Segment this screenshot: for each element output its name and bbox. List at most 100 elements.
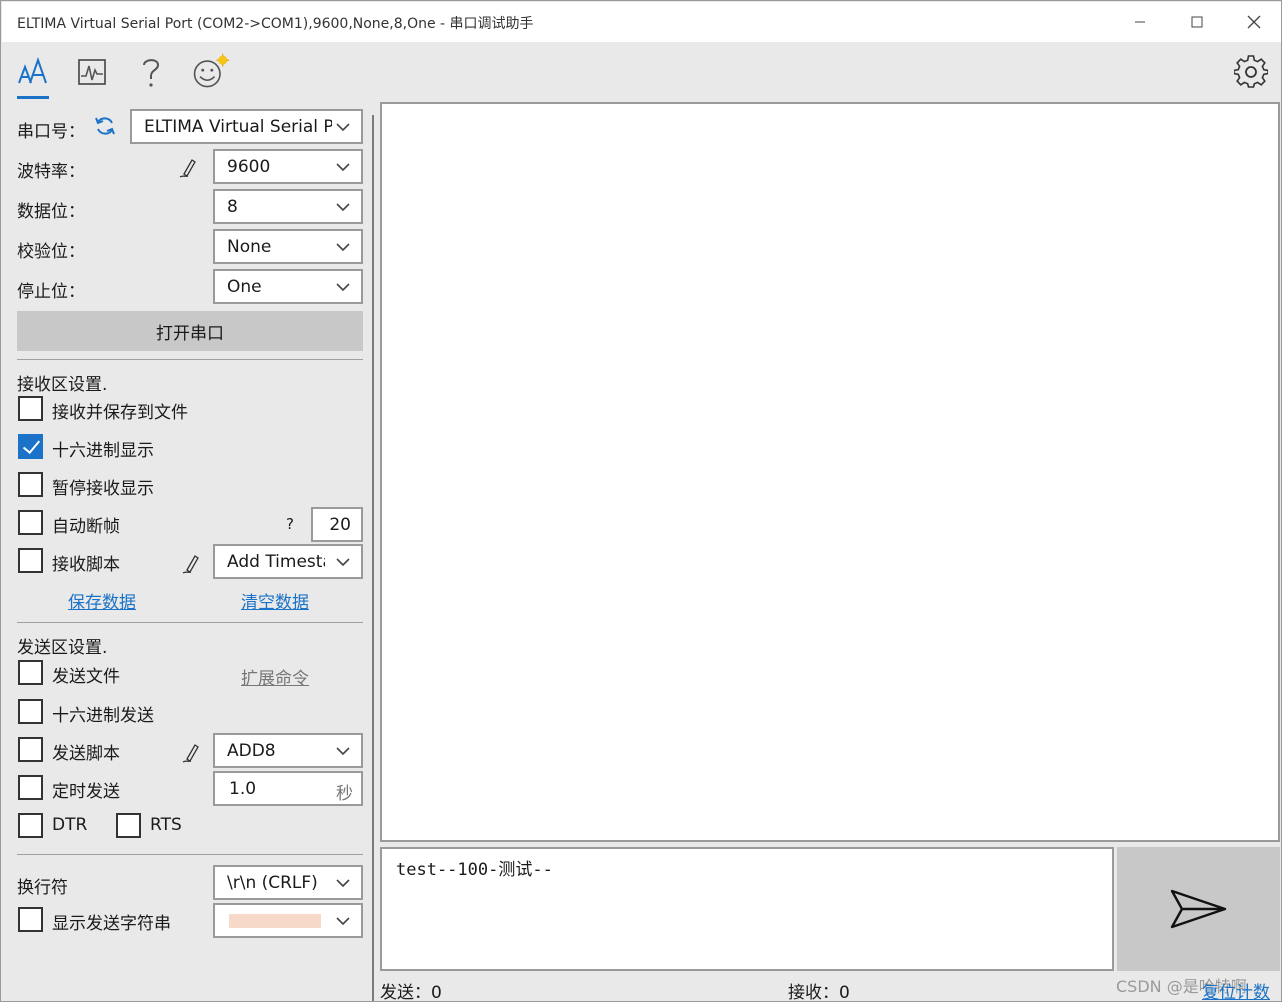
toolbar	[2, 42, 1281, 101]
chart-icon	[78, 59, 106, 85]
timed-interval-unit: 秒	[336, 784, 353, 804]
timed-send-checkbox[interactable]	[18, 775, 43, 800]
send-script-select[interactable]: ADD8	[213, 733, 363, 768]
stopbits-select[interactable]: One	[213, 269, 363, 304]
edit-pen-icon[interactable]	[181, 742, 203, 764]
maximize-button[interactable]	[1169, 2, 1225, 42]
send-button[interactable]	[1117, 847, 1280, 971]
chevron-down-icon	[336, 879, 350, 888]
send-file-label: 发送文件	[52, 667, 120, 687]
timed-interval-value: 1.0	[229, 779, 257, 799]
parity-select[interactable]: None	[213, 229, 363, 264]
parity-label: 校验位：	[17, 242, 85, 262]
hex-send-label: 十六进制发送	[52, 706, 154, 726]
stopbits-select-value: One	[227, 277, 262, 297]
hex-display-label: 十六进制显示	[52, 441, 154, 461]
title-bar: ELTIMA Virtual Serial Port (COM2->COM1),…	[2, 2, 1281, 42]
chevron-down-icon	[336, 283, 350, 292]
settings-panel: 串口号： ELTIMA Virtual Serial Port 波特率： 960…	[2, 101, 372, 1001]
send-script-checkbox[interactable]	[18, 737, 43, 762]
send-input[interactable]: test--100-测试--	[380, 847, 1114, 971]
chevron-down-icon	[336, 558, 350, 567]
open-port-button[interactable]: 打开串口	[17, 311, 363, 351]
sent-count: 发送：0	[380, 983, 442, 1002]
minimize-icon	[1135, 21, 1145, 23]
baud-label: 波特率：	[17, 162, 85, 182]
auto-frame-help[interactable]: ?	[286, 515, 294, 533]
maximize-icon	[1191, 16, 1203, 28]
app-window: ELTIMA Virtual Serial Port (COM2->COM1),…	[0, 0, 1282, 1002]
databits-select[interactable]: 8	[213, 189, 363, 224]
smiley-icon	[193, 53, 230, 88]
dtr-checkbox[interactable]	[18, 813, 43, 838]
send-text: test--100-测试--	[396, 860, 553, 880]
divider	[17, 359, 363, 360]
recv-script-select[interactable]: Add Timestamp	[213, 544, 363, 579]
newline-select[interactable]: \r\n (CRLF)	[213, 865, 363, 900]
chevron-down-icon	[336, 203, 350, 212]
gear-icon	[1234, 55, 1268, 88]
close-icon	[1247, 15, 1261, 29]
dtr-label: DTR	[52, 815, 88, 835]
recv-script-checkbox[interactable]	[18, 548, 43, 573]
receive-area[interactable]	[380, 102, 1280, 842]
help-tab[interactable]	[131, 52, 171, 92]
chevron-down-icon	[336, 123, 350, 132]
newline-label: 换行符	[17, 878, 68, 898]
send-settings-title: 发送区设置.	[17, 638, 108, 658]
help-icon	[143, 59, 160, 87]
clear-data-link[interactable]: 清空数据	[241, 588, 309, 613]
refresh-icon	[95, 117, 115, 135]
timed-interval-input[interactable]: 1.0 秒	[213, 771, 363, 806]
timed-send-label: 定时发送	[52, 782, 120, 802]
color-swatch	[229, 914, 321, 928]
baud-select[interactable]: 9600	[213, 149, 363, 184]
stopbits-label: 停止位：	[17, 282, 85, 302]
hex-display-checkbox[interactable]	[18, 434, 43, 459]
hex-send-checkbox[interactable]	[18, 699, 43, 724]
chart-tab[interactable]	[72, 52, 112, 92]
send-script-value: ADD8	[227, 741, 276, 761]
baud-select-value: 9600	[227, 157, 271, 177]
auto-frame-input[interactable]: 20	[311, 507, 363, 542]
chevron-down-icon	[336, 917, 350, 926]
rts-checkbox[interactable]	[116, 813, 141, 838]
save-to-file-checkbox[interactable]	[18, 396, 43, 421]
refresh-ports-button[interactable]	[94, 115, 116, 142]
pause-display-label: 暂停接收显示	[52, 479, 154, 499]
settings-button[interactable]	[1231, 52, 1271, 92]
divider	[17, 622, 363, 623]
edit-pen-icon[interactable]	[181, 553, 203, 575]
font-size-tab[interactable]	[13, 52, 53, 92]
send-script-label: 发送脚本	[52, 744, 120, 764]
pause-display-checkbox[interactable]	[18, 472, 43, 497]
divider	[17, 854, 363, 855]
show-send-string-label: 显示发送字符串	[52, 914, 171, 934]
send-icon	[1170, 889, 1226, 929]
minimize-button[interactable]	[1112, 2, 1168, 42]
close-button[interactable]	[1226, 2, 1282, 42]
font-size-icon	[18, 56, 47, 84]
save-data-link[interactable]: 保存数据	[68, 588, 136, 613]
port-select-value: ELTIMA Virtual Serial Port	[144, 117, 332, 137]
send-file-checkbox[interactable]	[18, 660, 43, 685]
window-title: ELTIMA Virtual Serial Port (COM2->COM1),…	[17, 16, 534, 32]
chevron-down-icon	[336, 747, 350, 756]
parity-select-value: None	[227, 237, 272, 257]
chevron-down-icon	[336, 243, 350, 252]
panel-splitter[interactable]	[372, 115, 374, 1001]
rts-label: RTS	[150, 815, 182, 835]
edit-pen-icon[interactable]	[178, 157, 200, 179]
highlight-color-select[interactable]	[213, 903, 363, 938]
chevron-down-icon	[336, 163, 350, 172]
extend-command-link[interactable]: 扩展命令	[241, 664, 309, 689]
databits-select-value: 8	[227, 197, 238, 217]
newline-select-value: \r\n (CRLF)	[227, 873, 318, 893]
reset-count-link[interactable]: 复位计数	[1202, 978, 1270, 1002]
auto-frame-checkbox[interactable]	[18, 510, 43, 535]
auto-frame-value: 20	[329, 515, 351, 535]
about-tab[interactable]	[190, 52, 230, 92]
active-tab-indicator	[17, 96, 49, 99]
port-select[interactable]: ELTIMA Virtual Serial Port	[130, 109, 363, 144]
show-send-string-checkbox[interactable]	[18, 907, 43, 932]
